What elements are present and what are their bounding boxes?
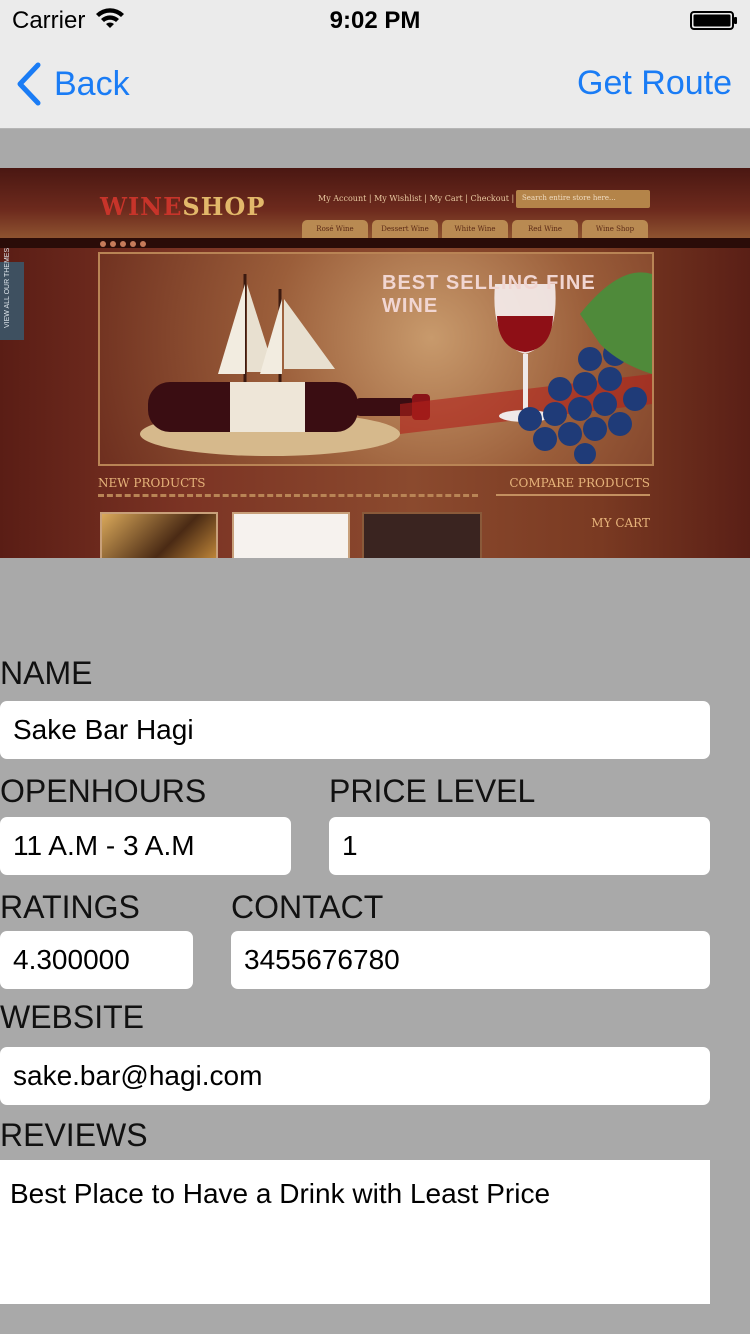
hero-dots (100, 241, 150, 247)
hero-logo-wine: WINE (100, 192, 183, 221)
hero-tab: White Wine (442, 220, 508, 238)
hero-tabs: Rosé Wine Dessert Wine White Wine Red Wi… (302, 220, 652, 238)
price-level-label: PRICE LEVEL (329, 773, 536, 809)
hero-compare-products: COMPARE PRODUCTS (509, 476, 650, 490)
ratings-label: RATINGS (0, 889, 140, 925)
hero-tab: Red Wine (512, 220, 578, 238)
hero-tab: Rosé Wine (302, 220, 368, 238)
openhours-label: OPENHOURS (0, 773, 207, 809)
hero-logo: WINESHOP (100, 192, 265, 221)
hero-banner-title: BEST SELLING FINE WINE (382, 272, 596, 317)
product-thumb (100, 512, 218, 558)
name-label: NAME (0, 655, 93, 691)
hero-search-text: Search entire store here... (522, 194, 616, 202)
hero-side-text: VIEW ALL OUR THEMES (4, 247, 11, 328)
reviews-textarea[interactable]: Best Place to Have a Drink with Least Pr… (0, 1160, 710, 1304)
hero-new-products: NEW PRODUCTS (98, 476, 206, 490)
price-level-field[interactable]: 1 (329, 817, 710, 875)
status-bar: Carrier 9:02 PM (0, 0, 750, 40)
website-label: WEBSITE (0, 999, 145, 1035)
hero-banner: BEST SELLING FINE WINE (98, 252, 654, 466)
chevron-left-icon (17, 62, 41, 106)
hero-separator (496, 494, 650, 496)
openhours-field[interactable]: 11 A.M - 3 A.M (0, 817, 291, 875)
place-image: WINESHOP My Account | My Wishlist | My C… (0, 168, 750, 558)
website-field[interactable]: sake.bar@hagi.com (0, 1047, 710, 1105)
get-route-button[interactable]: Get Route (577, 64, 732, 103)
hero-tab: Dessert Wine (372, 220, 438, 238)
navigation-bar: Back Get Route (0, 40, 750, 129)
hero-logo-shop: SHOP (182, 192, 266, 221)
contact-field[interactable]: 3455676780 (231, 931, 710, 989)
name-field[interactable]: Sake Bar Hagi (0, 701, 710, 759)
contact-label: CONTACT (231, 889, 384, 925)
back-button[interactable]: Back (14, 62, 130, 106)
reviews-label: REVIEWS (0, 1117, 148, 1153)
hero-separator (98, 494, 478, 500)
battery-icon (690, 11, 737, 30)
hero-tab: Wine Shop (582, 220, 648, 238)
hero-my-cart: MY CART (591, 516, 650, 530)
back-label: Back (54, 64, 130, 103)
ratings-field[interactable]: 4.300000 (0, 931, 193, 989)
product-thumb (232, 512, 350, 558)
hero-links: My Account | My Wishlist | My Cart | Che… (318, 194, 543, 203)
status-time: 9:02 PM (329, 7, 421, 34)
product-thumb (362, 512, 482, 558)
hero-search: Search entire store here... (516, 190, 650, 208)
